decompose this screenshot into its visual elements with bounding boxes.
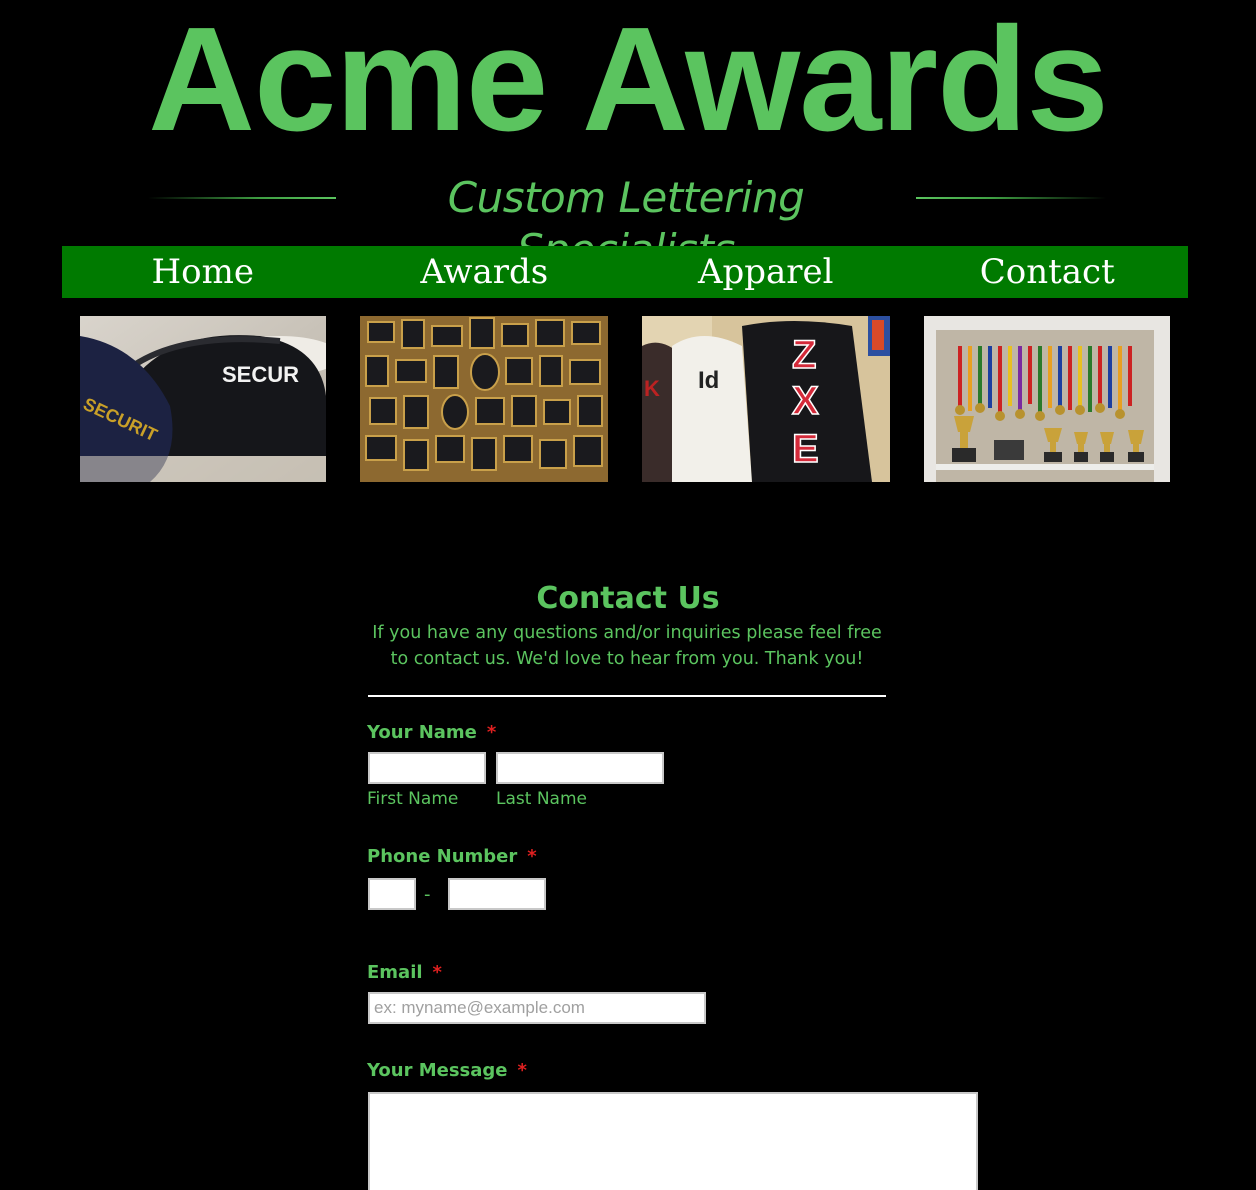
svg-text:E: E xyxy=(792,427,819,471)
gallery-image-apparel[interactable]: K Id Z X E xyxy=(642,316,890,482)
nav-item-awards[interactable]: Awards xyxy=(344,246,626,298)
form-description: If you have any questions and/or inquiri… xyxy=(372,623,882,669)
gallery-image-caps[interactable]: SECUR SECURIT xyxy=(80,316,326,482)
apparel-photo: K Id Z X E xyxy=(642,316,890,482)
main-nav: Home Awards Apparel Contact xyxy=(62,246,1188,298)
email-label-text: Email xyxy=(367,962,423,983)
svg-text:X: X xyxy=(792,379,819,423)
nav-item-apparel[interactable]: Apparel xyxy=(625,246,907,298)
gallery-image-trophies[interactable] xyxy=(924,316,1170,482)
last-name-input[interactable] xyxy=(496,752,664,784)
svg-text:Z: Z xyxy=(792,333,816,377)
required-marker: * xyxy=(432,962,442,983)
svg-text:K: K xyxy=(644,376,660,401)
phone-label-text: Phone Number xyxy=(367,846,518,867)
required-marker: * xyxy=(527,846,537,867)
form-title: Contact Us xyxy=(536,581,720,616)
svg-text:Id: Id xyxy=(698,367,719,394)
last-name-sublabel: Last Name xyxy=(496,789,587,809)
message-textarea[interactable] xyxy=(368,1092,978,1190)
site-logo-title[interactable]: Acme Awards xyxy=(0,6,1256,154)
trophies-photo xyxy=(924,316,1170,482)
caps-photo: SECUR SECURIT xyxy=(80,316,326,482)
required-marker: * xyxy=(486,722,497,743)
message-label: Your Message * xyxy=(367,1060,527,1082)
gallery-image-plaques[interactable] xyxy=(360,316,608,482)
name-label: Your Name * xyxy=(367,722,496,744)
nav-item-home[interactable]: Home xyxy=(62,246,344,298)
phone-number-input[interactable] xyxy=(448,878,546,910)
form-divider xyxy=(368,695,886,697)
svg-text:SECUR: SECUR xyxy=(222,362,299,387)
email-label: Email * xyxy=(367,962,442,984)
message-label-text: Your Message xyxy=(367,1060,508,1081)
tagline-row: Custom Lettering Specialists xyxy=(0,170,1256,274)
first-name-input[interactable] xyxy=(368,752,486,784)
name-label-text: Your Name xyxy=(367,722,477,743)
page: Acme Awards Custom Lettering Specialists… xyxy=(0,0,1256,1190)
plaques-photo xyxy=(360,316,608,482)
nav-item-contact[interactable]: Contact xyxy=(907,246,1189,298)
email-input[interactable] xyxy=(368,992,706,1024)
phone-separator: - xyxy=(424,884,431,905)
first-name-sublabel: First Name xyxy=(367,789,459,809)
tagline-divider-left xyxy=(148,197,336,199)
tagline-divider-right xyxy=(916,197,1106,199)
phone-area-code-input[interactable] xyxy=(368,878,416,910)
required-marker: * xyxy=(517,1060,527,1081)
phone-label: Phone Number * xyxy=(367,846,537,868)
